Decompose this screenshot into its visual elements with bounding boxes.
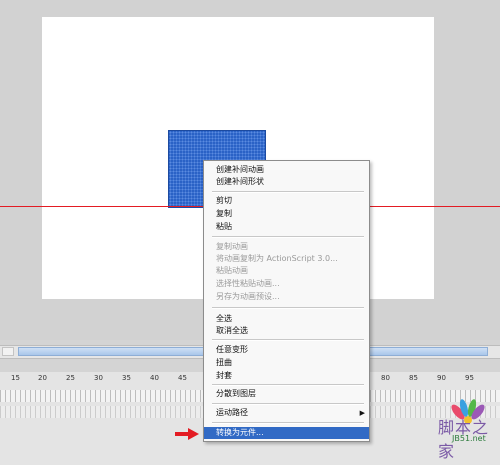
menu-item-label: 全选 <box>216 314 232 323</box>
menu-separator <box>212 422 364 424</box>
menu-separator <box>212 307 364 309</box>
menu-separator <box>212 339 364 341</box>
watermark-logo: 脚本之家 JB51.net <box>438 398 500 465</box>
menu-item-label: 转换为元件... <box>216 428 264 437</box>
submenu-arrow-icon: ▶ <box>359 409 365 417</box>
menu-separator <box>212 236 364 238</box>
menu-separator <box>212 191 364 193</box>
menu-item-deselect-all[interactable]: 取消全选 <box>204 325 369 337</box>
menu-item-label: 封套 <box>216 371 232 380</box>
menu-item-create-motion-tween[interactable]: 创建补间动画 <box>204 164 369 176</box>
menu-item-label: 创建补间动画 <box>216 165 264 174</box>
ruler-tick: 20 <box>38 374 47 382</box>
menu-item-save-as-motion-preset[interactable]: 另存为动画预设... <box>204 291 369 303</box>
ruler-tick: 30 <box>94 374 103 382</box>
ruler-tick: 40 <box>150 374 159 382</box>
ruler-tick: 90 <box>437 374 446 382</box>
menu-item-motion-path[interactable]: 运动路径 ▶ <box>204 407 369 419</box>
menu-item-paste-motion[interactable]: 粘贴动画 <box>204 265 369 277</box>
menu-item-label: 将动画复制为 ActionScript 3.0... <box>216 254 338 263</box>
menu-item-copy-motion-as-actionscript[interactable]: 将动画复制为 ActionScript 3.0... <box>204 253 369 265</box>
red-pointer-arrow-icon <box>175 428 199 440</box>
menu-item-label: 取消全选 <box>216 326 248 335</box>
ruler-tick: 85 <box>409 374 418 382</box>
menu-item-label: 剪切 <box>216 196 232 205</box>
ruler-tick: 25 <box>66 374 75 382</box>
menu-item-label: 运动路径 <box>216 408 248 417</box>
context-menu: 创建补间动画 创建补间形状 剪切 复制 粘贴 复制动画 将动画复制为 Actio… <box>203 160 370 442</box>
ruler-tick: 45 <box>178 374 187 382</box>
menu-item-distribute-to-layers[interactable]: 分散到图层 <box>204 388 369 400</box>
menu-item-label: 复制 <box>216 209 232 218</box>
scroll-left-button[interactable] <box>2 347 14 356</box>
ruler-tick: 15 <box>11 374 20 382</box>
menu-item-label: 分散到图层 <box>216 389 256 398</box>
ruler-tick: 95 <box>465 374 474 382</box>
menu-separator <box>212 403 364 405</box>
ruler-tick: 35 <box>122 374 131 382</box>
ruler-tick: 80 <box>381 374 390 382</box>
menu-item-convert-to-symbol[interactable]: 转换为元件... <box>204 427 369 439</box>
watermark-url: JB51.net <box>452 434 486 443</box>
menu-item-label: 粘贴动画 <box>216 266 248 275</box>
menu-item-label: 任意变形 <box>216 345 248 354</box>
menu-item-label: 复制动画 <box>216 242 248 251</box>
menu-item-distort[interactable]: 扭曲 <box>204 357 369 369</box>
menu-item-label: 另存为动画预设... <box>216 292 280 301</box>
menu-item-label: 粘贴 <box>216 222 232 231</box>
menu-item-label: 创建补间形状 <box>216 177 264 186</box>
menu-item-cut[interactable]: 剪切 <box>204 195 369 207</box>
menu-item-copy-motion[interactable]: 复制动画 <box>204 241 369 253</box>
menu-item-copy[interactable]: 复制 <box>204 208 369 220</box>
menu-item-label: 扭曲 <box>216 358 232 367</box>
menu-item-free-transform[interactable]: 任意变形 <box>204 344 369 356</box>
menu-item-paste[interactable]: 粘贴 <box>204 221 369 233</box>
menu-item-label: 选择性粘贴动画... <box>216 279 280 288</box>
menu-item-envelope[interactable]: 封套 <box>204 370 369 382</box>
menu-item-select-all[interactable]: 全选 <box>204 313 369 325</box>
menu-item-create-shape-tween[interactable]: 创建补间形状 <box>204 176 369 188</box>
menu-item-paste-motion-special[interactable]: 选择性粘贴动画... <box>204 278 369 290</box>
menu-separator <box>212 384 364 386</box>
